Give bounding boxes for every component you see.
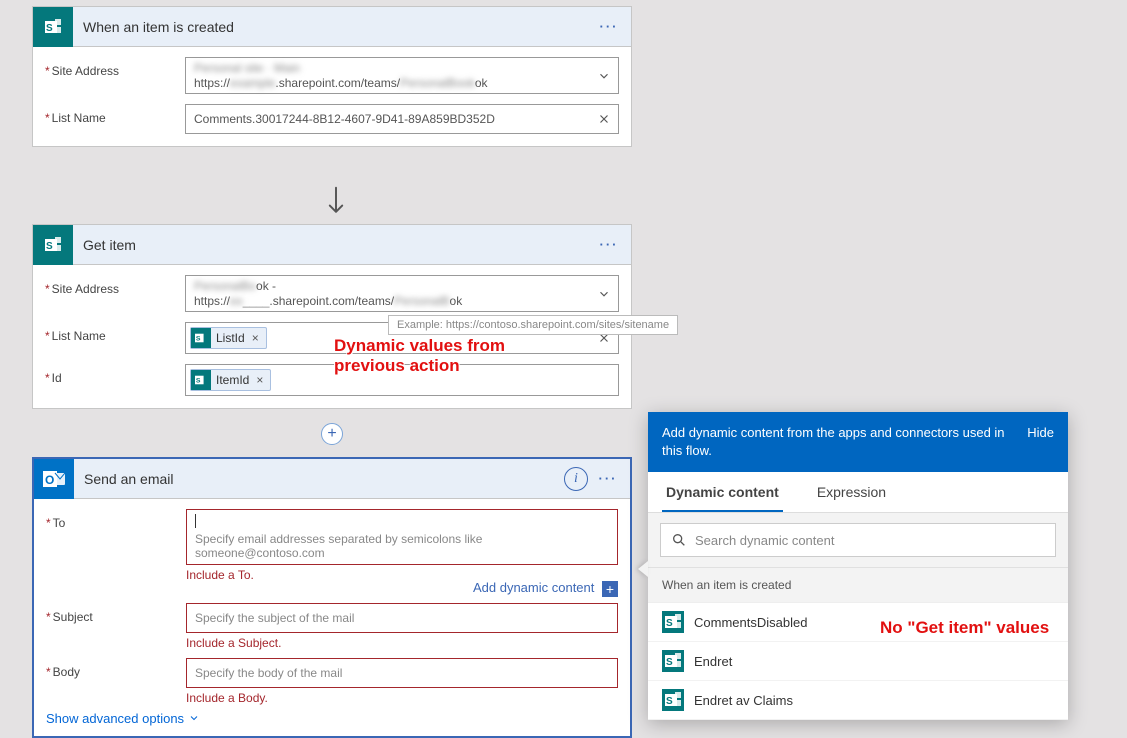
sharepoint-icon bbox=[662, 650, 684, 672]
card-header[interactable]: Get item ··· bbox=[33, 225, 631, 265]
card-title: When an item is created bbox=[83, 19, 595, 35]
card-title: Send an email bbox=[84, 471, 564, 487]
dynamic-item[interactable]: Endret av Claims bbox=[648, 681, 1068, 720]
clear-icon[interactable] bbox=[595, 110, 613, 128]
panel-header: Add dynamic content from the apps and co… bbox=[648, 412, 1068, 472]
dynamic-content-panel: Add dynamic content from the apps and co… bbox=[648, 412, 1068, 720]
card-menu[interactable]: ··· bbox=[594, 471, 622, 486]
add-dynamic-content-link[interactable]: Add dynamic content + bbox=[46, 580, 618, 597]
hide-panel-link[interactable]: Hide bbox=[1019, 424, 1054, 442]
add-step-button[interactable]: + bbox=[321, 423, 343, 445]
panel-tabs: Dynamic content Expression bbox=[648, 472, 1068, 513]
list-name-label: List Name bbox=[45, 104, 185, 125]
to-error: Include a To. bbox=[186, 568, 618, 582]
search-input[interactable]: Search dynamic content bbox=[660, 523, 1056, 557]
dynamic-item-label: Endret av Claims bbox=[694, 693, 793, 708]
site-address-label: Site Address bbox=[45, 57, 185, 78]
list-name-input[interactable]: Comments.30017244-8B12-4607-9D41-89A859B… bbox=[185, 104, 619, 134]
token-remove[interactable]: × bbox=[249, 331, 262, 345]
subject-input[interactable]: Specify the subject of the mail bbox=[186, 603, 618, 633]
dynamic-item-label: CommentsDisabled bbox=[694, 615, 807, 630]
dynamic-group-header: When an item is created bbox=[648, 568, 1068, 602]
sharepoint-icon bbox=[33, 7, 73, 47]
list-name-value: Comments.30017244-8B12-4607-9D41-89A859B… bbox=[194, 112, 495, 126]
dynamic-item[interactable]: Endret bbox=[648, 642, 1068, 681]
dynamic-item-label: Endret bbox=[694, 654, 732, 669]
to-placeholder: Specify email addresses separated by sem… bbox=[195, 532, 591, 560]
sharepoint-icon bbox=[191, 328, 211, 348]
info-icon[interactable]: i bbox=[564, 467, 588, 491]
show-advanced-options-link[interactable]: Show advanced options bbox=[46, 707, 618, 726]
body-label: Body bbox=[46, 658, 186, 679]
token-remove[interactable]: × bbox=[253, 373, 266, 387]
site-line1: PersonalBook - bbox=[194, 279, 276, 293]
site-address-label: Site Address bbox=[45, 275, 185, 296]
annotation-dynamic-values: Dynamic values from previous action bbox=[334, 336, 505, 377]
panel-header-text: Add dynamic content from the apps and co… bbox=[662, 424, 1019, 460]
tab-dynamic-content[interactable]: Dynamic content bbox=[662, 472, 783, 512]
card-title: Get item bbox=[83, 237, 595, 253]
list-name-label: List Name bbox=[45, 322, 185, 343]
site-address-input[interactable]: PersonalBook - https://ex____.sharepoint… bbox=[185, 275, 619, 312]
card-header[interactable]: When an item is created ··· bbox=[33, 7, 631, 47]
sharepoint-icon bbox=[662, 689, 684, 711]
tooltip: Example: https://contoso.sharepoint.com/… bbox=[388, 315, 678, 335]
search-icon bbox=[671, 532, 687, 548]
card-menu[interactable]: ··· bbox=[595, 19, 623, 34]
id-label: Id bbox=[45, 364, 185, 385]
token-listid[interactable]: ListId × bbox=[190, 327, 267, 349]
panel-pointer bbox=[638, 561, 648, 577]
chevron-down-icon[interactable] bbox=[595, 285, 613, 303]
site-line2: https://ex____.sharepoint.com/teams/Pers… bbox=[194, 294, 462, 308]
site-line2: https://example.sharepoint.com/teams/Per… bbox=[194, 76, 488, 90]
chevron-down-icon[interactable] bbox=[595, 67, 613, 85]
body-placeholder: Specify the body of the mail bbox=[195, 666, 342, 680]
site-line1: Personal site · Main bbox=[194, 61, 300, 75]
sharepoint-icon bbox=[191, 370, 211, 390]
token-itemid[interactable]: ItemId × bbox=[190, 369, 271, 391]
outlook-icon bbox=[34, 459, 74, 499]
plus-icon: + bbox=[602, 581, 618, 597]
search-placeholder: Search dynamic content bbox=[695, 533, 834, 548]
subject-error: Include a Subject. bbox=[186, 636, 618, 650]
flow-arrow-icon bbox=[325, 186, 347, 221]
body-error: Include a Body. bbox=[186, 691, 618, 705]
text-cursor bbox=[195, 514, 196, 528]
tab-expression[interactable]: Expression bbox=[813, 472, 890, 512]
subject-label: Subject bbox=[46, 603, 186, 624]
sharepoint-icon bbox=[33, 225, 73, 265]
send-email-card: Send an email i ··· To Specify email add… bbox=[32, 457, 632, 738]
card-menu[interactable]: ··· bbox=[595, 237, 623, 252]
site-address-input[interactable]: Personal site · Main https://example.sha… bbox=[185, 57, 619, 94]
body-input[interactable]: Specify the body of the mail bbox=[186, 658, 618, 688]
subject-placeholder: Specify the subject of the mail bbox=[195, 611, 354, 625]
to-input[interactable]: Specify email addresses separated by sem… bbox=[186, 509, 618, 565]
sharepoint-icon bbox=[662, 611, 684, 633]
annotation-no-get-item: No "Get item" values bbox=[880, 618, 1049, 638]
to-label: To bbox=[46, 509, 186, 530]
trigger-card: When an item is created ··· Site Address… bbox=[32, 6, 632, 147]
card-header[interactable]: Send an email i ··· bbox=[34, 459, 630, 499]
